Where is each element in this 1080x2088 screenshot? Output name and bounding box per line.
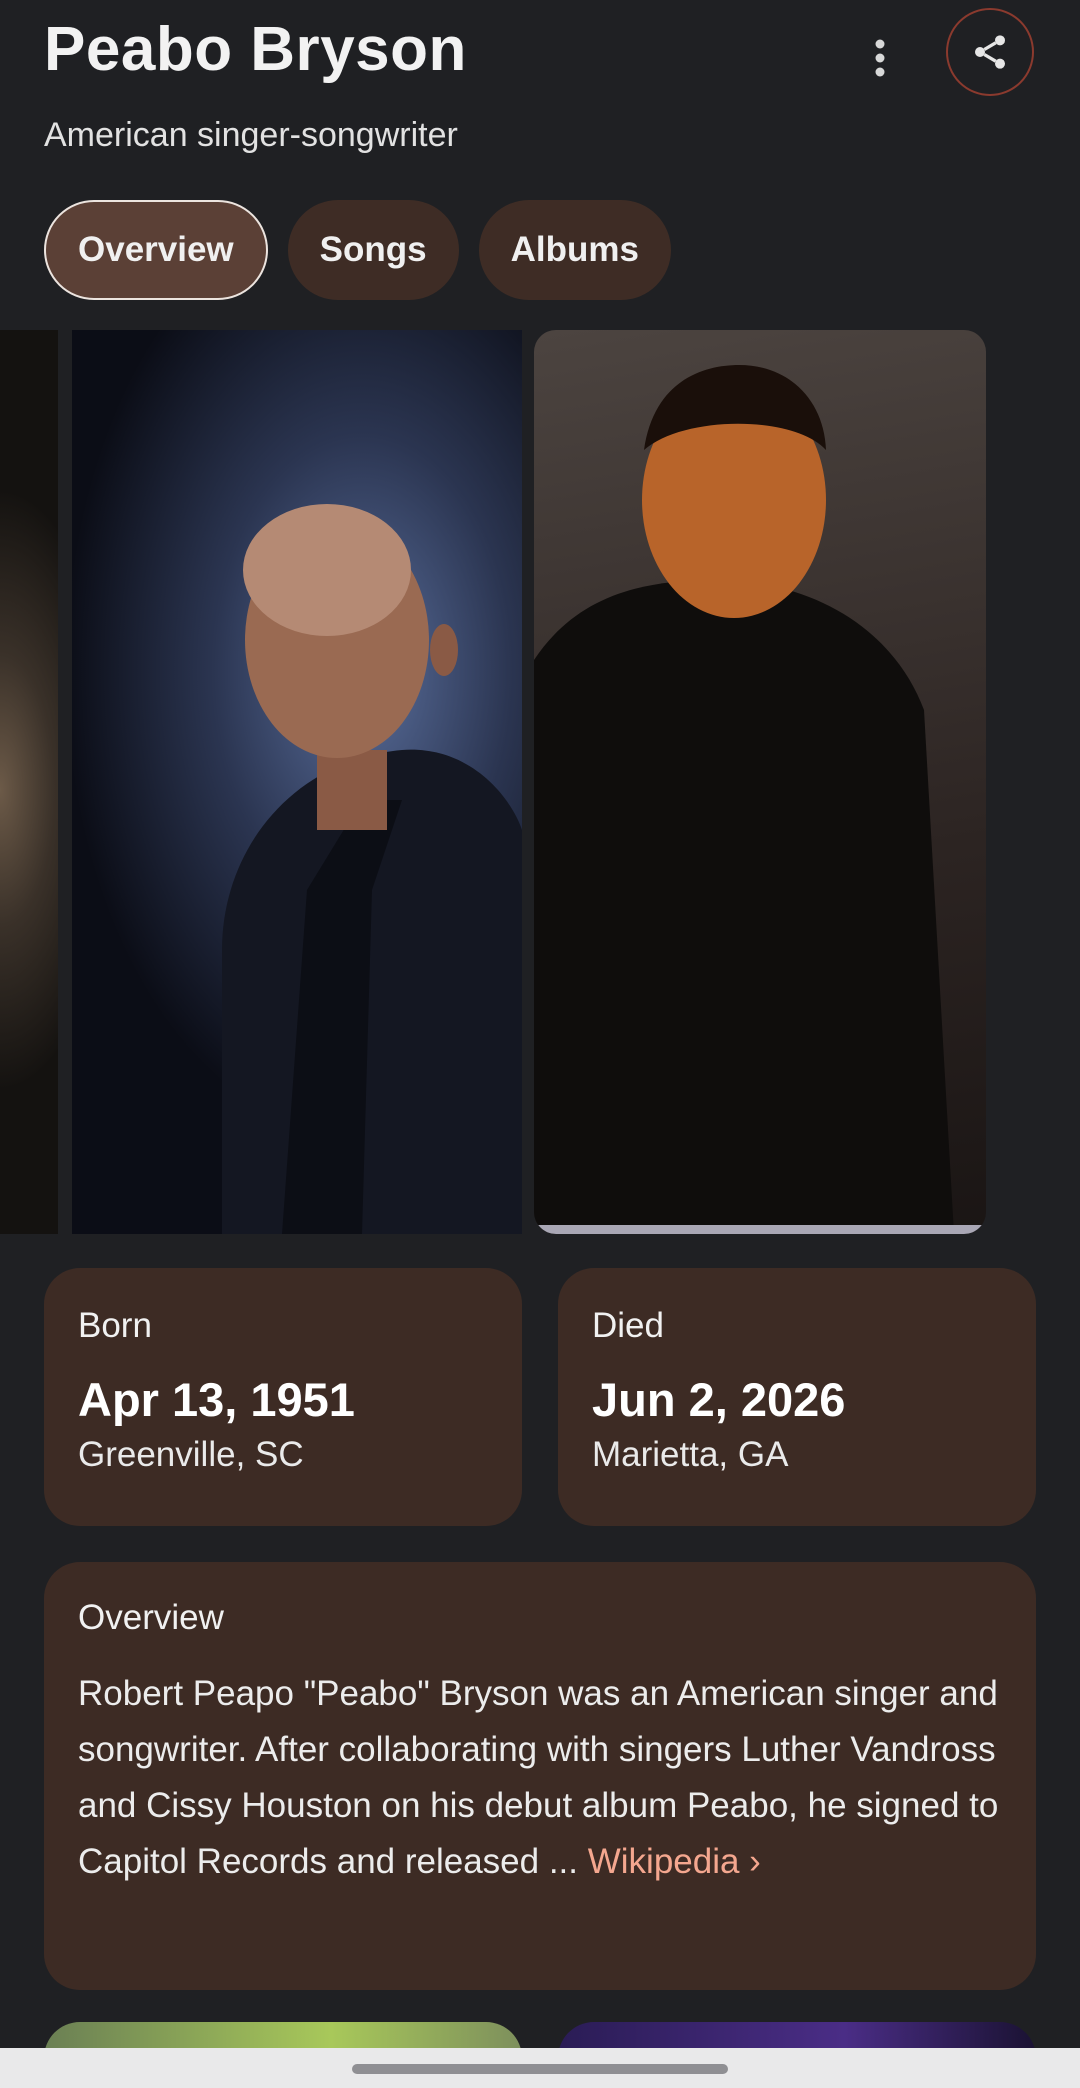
tab-overview[interactable]: Overview <box>44 200 268 300</box>
share-button[interactable] <box>946 8 1034 96</box>
born-label: Born <box>78 1306 152 1345</box>
died-card[interactable]: Died Jun 2, 2026 Marietta, GA <box>558 1268 1036 1526</box>
tab-songs[interactable]: Songs <box>287 200 459 300</box>
born-card[interactable]: Born Apr 13, 1951 Greenville, SC <box>44 1268 522 1526</box>
image-thumbnail-3[interactable] <box>534 330 986 1234</box>
image-thumbnail-2[interactable] <box>72 330 522 1234</box>
page-subtitle: American singer-songwriter <box>44 116 458 154</box>
more-vert-icon <box>875 39 885 77</box>
more-options-button[interactable] <box>856 30 904 86</box>
portrait-illustration <box>222 504 522 1234</box>
died-date: Jun 2, 2026 <box>592 1373 846 1426</box>
image-thumbnail-1[interactable] <box>0 330 58 1234</box>
born-date: Apr 13, 1951 <box>78 1373 355 1426</box>
overview-text: Robert Peapo "Peabo" Bryson was an Ameri… <box>78 1666 1002 1890</box>
wikipedia-link[interactable]: Wikipedia › <box>588 1842 761 1881</box>
overview-card: Overview Robert Peapo "Peabo" Bryson was… <box>44 1562 1036 1990</box>
share-icon <box>975 35 1005 69</box>
tab-albums[interactable]: Albums <box>478 200 671 300</box>
tab-bar: Overview Songs Albums <box>44 200 671 300</box>
died-place: Marietta, GA <box>592 1435 789 1474</box>
portrait-illustration <box>534 365 986 1234</box>
overview-description: Robert Peapo "Peabo" Bryson was an Ameri… <box>78 1674 999 1881</box>
born-place: Greenville, SC <box>78 1435 304 1474</box>
died-label: Died <box>592 1306 664 1345</box>
page-title: Peabo Bryson <box>44 15 467 84</box>
gesture-handle[interactable] <box>352 2064 728 2074</box>
overview-heading: Overview <box>78 1598 224 1637</box>
